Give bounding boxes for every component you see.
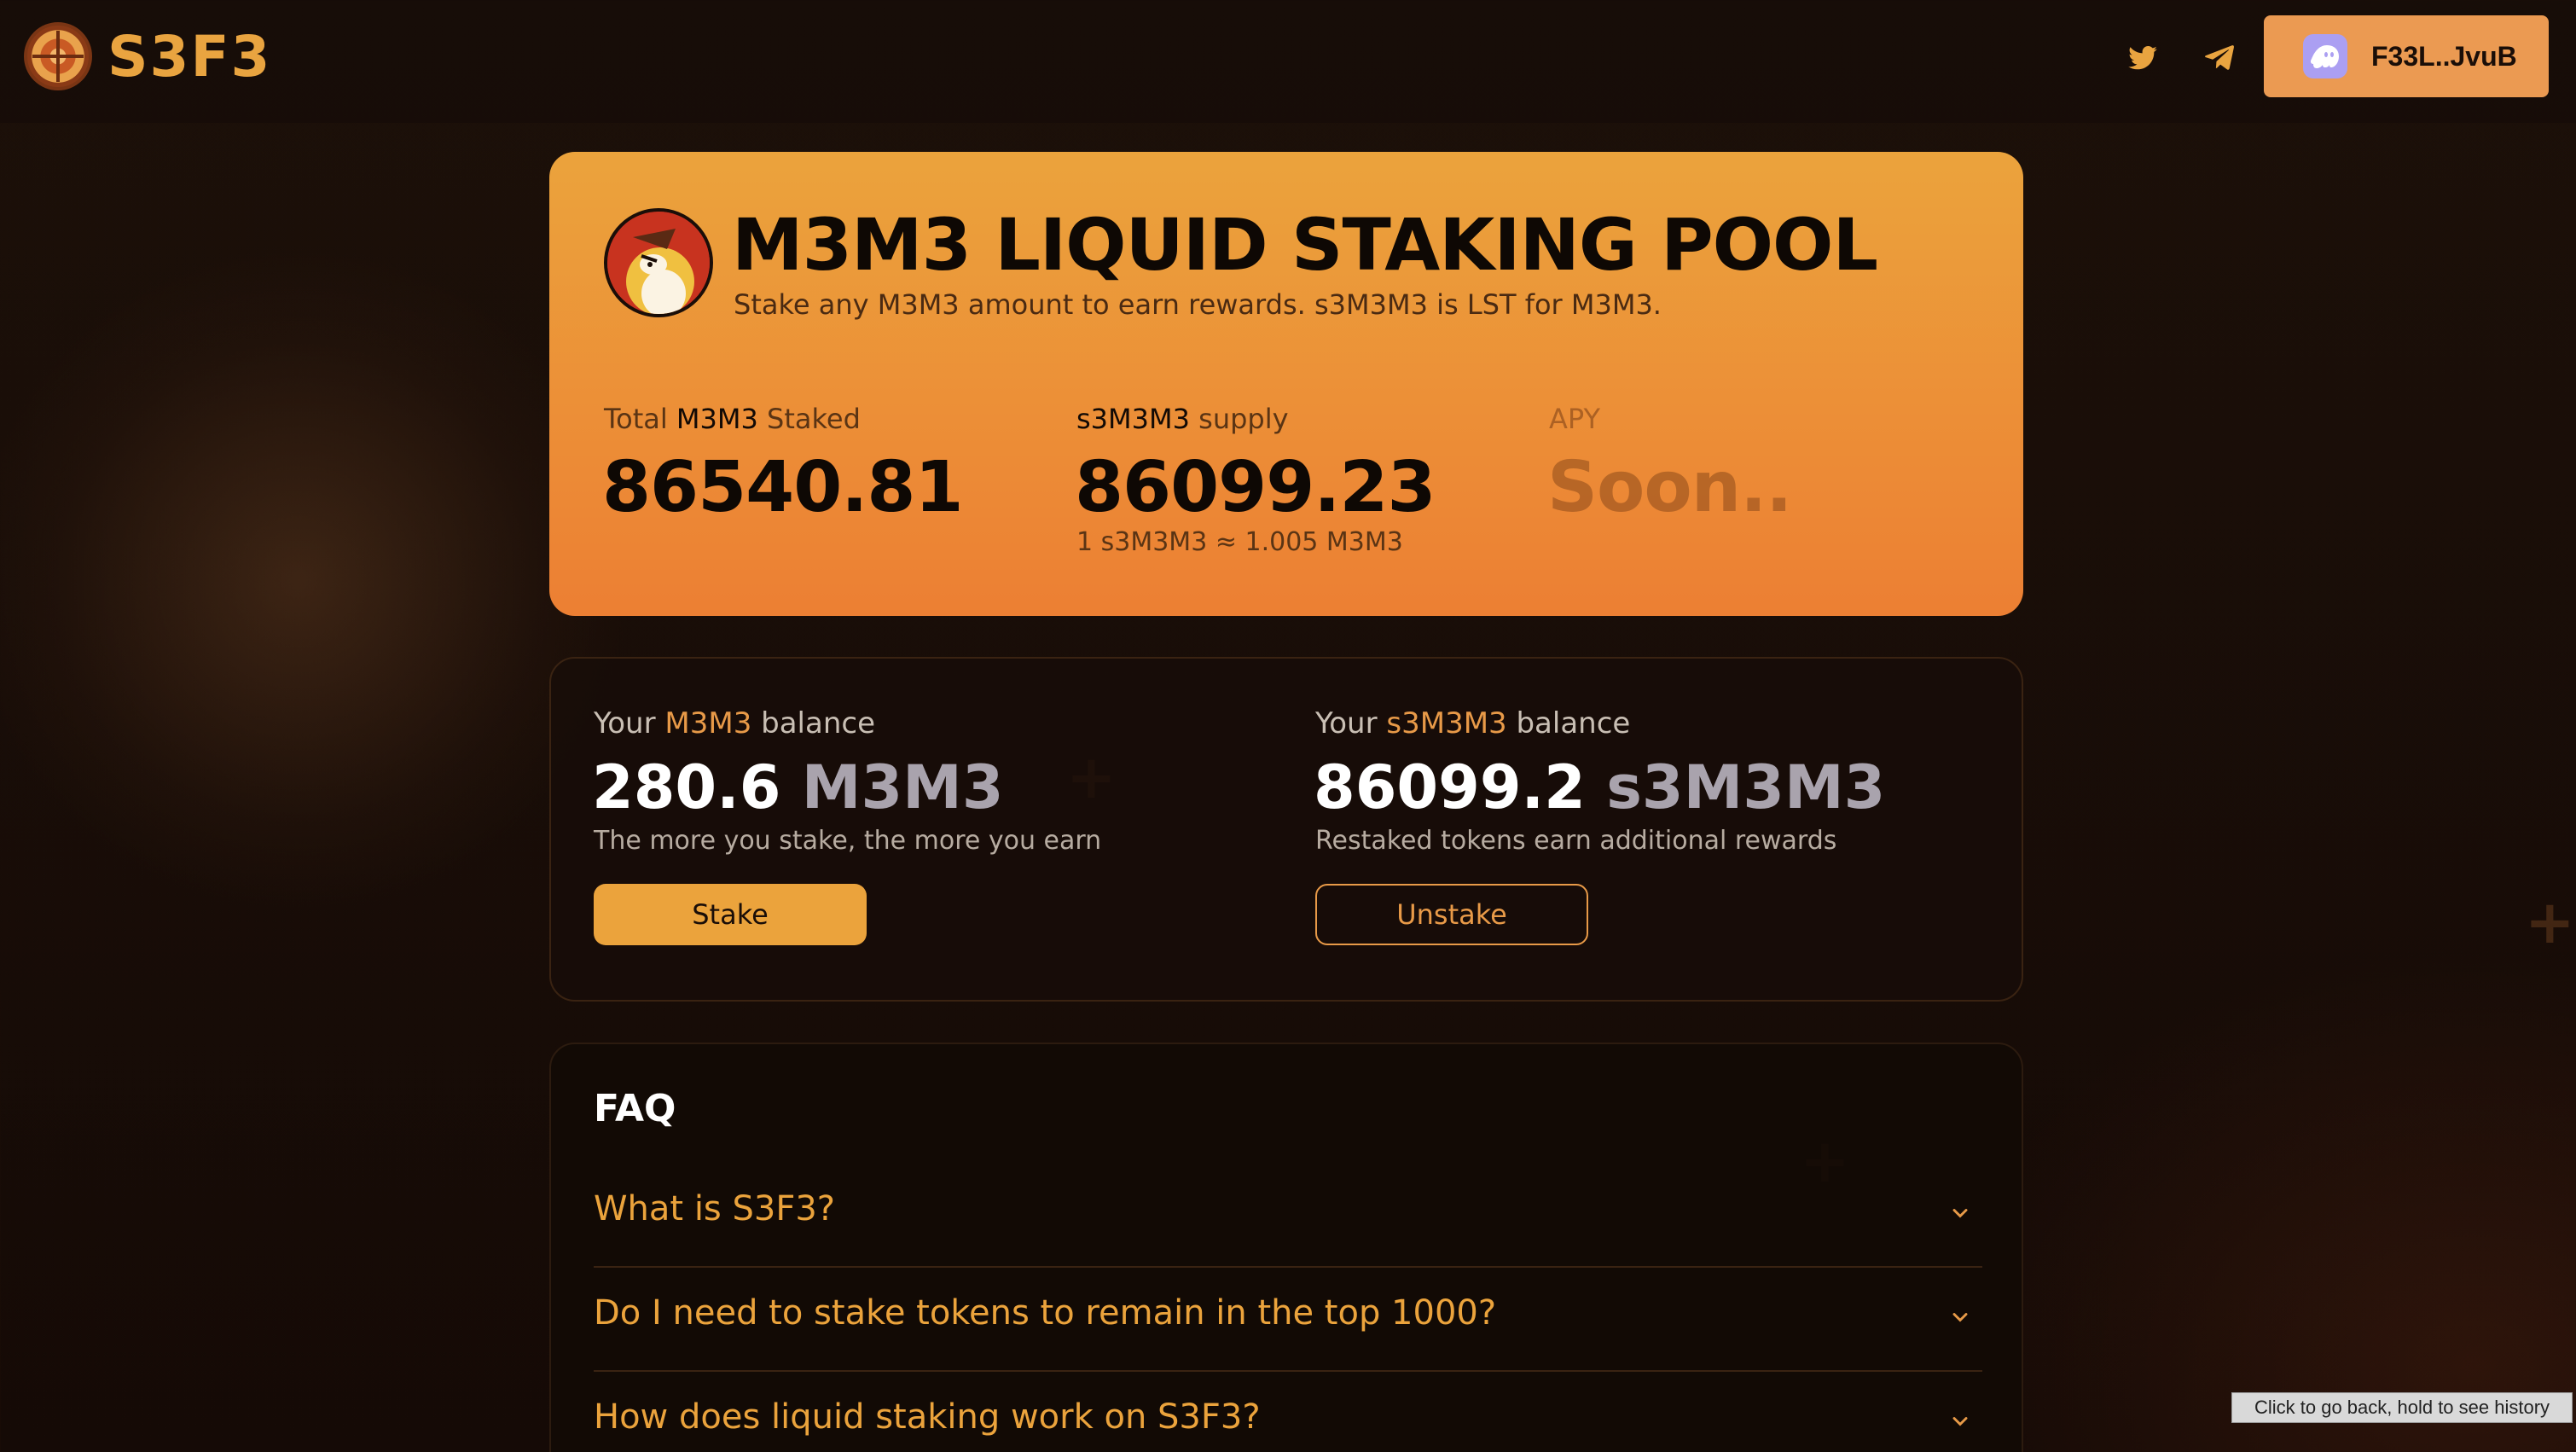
pool-mascot-avatar — [604, 208, 713, 317]
faq-title: FAQ — [594, 1087, 676, 1130]
apy-label: APY — [1549, 403, 1601, 435]
total-staked-value: 86540.81 — [602, 447, 964, 528]
wallet-address: F33L..JvuB — [2371, 40, 2517, 72]
s3m3m3-balance-value: 86099.2 s3M3M3 — [1314, 752, 1886, 822]
faq-question: What is S3F3? — [594, 1189, 836, 1228]
stake-button[interactable]: Stake — [594, 884, 867, 945]
twitter-icon — [2128, 46, 2157, 70]
faq-item[interactable]: Do I need to stake tokens to remain in t… — [594, 1268, 1982, 1372]
phantom-wallet-icon — [2303, 34, 2347, 78]
twitter-link[interactable] — [2124, 39, 2161, 77]
brand-logo[interactable]: S3F3 — [24, 22, 271, 90]
total-staked-label: Total M3M3 Staked — [604, 403, 861, 435]
chevron-down-icon — [1952, 1313, 1968, 1322]
brand-name: S3F3 — [107, 23, 272, 90]
m3m3-balance-value: 280.6 M3M3 — [592, 752, 1004, 822]
faq-item[interactable]: What is S3F3? — [594, 1164, 1982, 1268]
pool-subtitle: Stake any M3M3 amount to earn rewards. s… — [734, 288, 1662, 321]
back-button-tooltip: Click to go back, hold to see history — [2231, 1392, 2573, 1423]
top-navbar: S3F3 F33L..JvuB — [0, 0, 2576, 123]
supply-value: 86099.23 — [1075, 447, 1436, 528]
wheel-logo-icon — [24, 22, 92, 90]
chevron-down-icon — [1952, 1209, 1968, 1218]
decorative-sparkle: + — [2525, 887, 2575, 957]
staking-pool-card: M3M3 LIQUID STAKING POOL Stake any M3M3 … — [549, 152, 2023, 616]
supply-label: s3M3M3 supply — [1076, 403, 1289, 435]
faq-section: FAQ What is S3F3? Do I need to stake tok… — [549, 1043, 2023, 1452]
m3m3-balance-label: Your M3M3 balance — [594, 706, 875, 741]
m3m3-balance-description: The more you stake, the more you earn — [594, 826, 1102, 856]
s3m3m3-balance-description: Restaked tokens earn additional rewards — [1315, 826, 1837, 856]
chevron-down-icon — [1952, 1417, 1968, 1426]
telegram-link[interactable] — [2201, 39, 2238, 77]
s3m3m3-balance-label: Your s3M3M3 balance — [1315, 706, 1631, 741]
faq-question: How does liquid staking work on S3F3? — [594, 1397, 1261, 1437]
exchange-rate: 1 s3M3M3 ≈ 1.005 M3M3 — [1076, 527, 1403, 557]
wallet-button[interactable]: F33L..JvuB — [2264, 15, 2549, 97]
faq-question: Do I need to stake tokens to remain in t… — [594, 1293, 1497, 1333]
apy-value: Soon.. — [1547, 447, 1792, 528]
telegram-icon — [2205, 45, 2234, 70]
pool-title: M3M3 LIQUID STAKING POOL — [732, 203, 1878, 287]
faq-item[interactable]: How does liquid staking work on S3F3? — [594, 1372, 1982, 1452]
balances-card: Your M3M3 balance 280.6 M3M3 The more yo… — [549, 657, 2023, 1002]
unstake-button[interactable]: Unstake — [1315, 884, 1588, 945]
